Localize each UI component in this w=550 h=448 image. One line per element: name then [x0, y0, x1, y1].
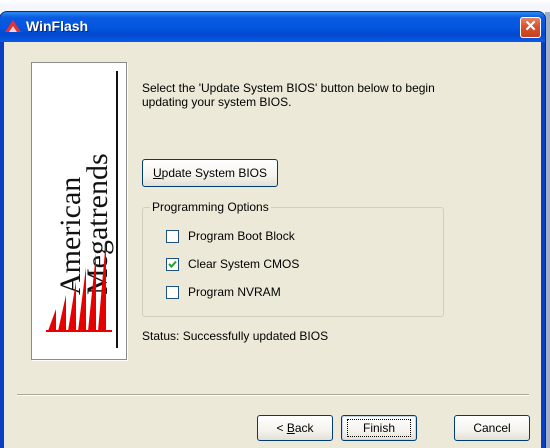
clear-system-cmos-checkbox[interactable] — [166, 258, 179, 271]
back-button[interactable]: < Back — [257, 415, 333, 441]
back-button-accelerator: B — [286, 421, 295, 435]
button-separator — [17, 394, 529, 396]
ami-logo-panel: American Megatrends — [31, 62, 127, 360]
desktop-right-strip — [545, 12, 550, 448]
cancel-button[interactable]: Cancel — [454, 415, 530, 441]
finish-button-label: Finish — [346, 419, 411, 437]
back-button-label: ack — [294, 421, 314, 435]
program-boot-block-label: Program Boot Block — [188, 229, 295, 243]
dialog-client-area: American Megatrends Select the 'Update S… — [4, 42, 541, 448]
ami-logo-icon: American Megatrends — [46, 71, 118, 348]
close-button[interactable]: ✕ — [520, 17, 541, 38]
back-button-prefix: < — [276, 421, 287, 435]
check-icon — [168, 260, 177, 268]
update-button-label: pdate System BIOS — [161, 166, 268, 180]
title-bar[interactable]: WinFlash ✕ — [0, 12, 545, 42]
status-text: Status: Successfully updated BIOS — [142, 329, 329, 343]
update-button-accelerator: U — [152, 166, 162, 180]
close-icon: ✕ — [524, 18, 537, 35]
programming-options-title: Programming Options — [150, 200, 271, 214]
update-system-bios-button[interactable]: Update System BIOS — [142, 159, 278, 187]
programming-options-group: Programming Options Program Boot Block C… — [142, 200, 444, 317]
program-nvram-checkbox[interactable] — [166, 286, 179, 299]
winflash-window: WinFlash ✕ American Megatrends Select th… — [0, 12, 545, 448]
finish-button[interactable]: Finish — [341, 415, 417, 441]
winflash-app-icon — [4, 18, 22, 34]
window-title: WinFlash — [26, 18, 89, 34]
cancel-button-label: Cancel — [473, 421, 511, 435]
program-nvram-label: Program NVRAM — [188, 285, 281, 299]
program-boot-block-checkbox[interactable] — [166, 230, 179, 243]
clear-system-cmos-label: Clear System CMOS — [188, 257, 300, 271]
instruction-text: Select the 'Update System BIOS' button b… — [142, 81, 435, 109]
